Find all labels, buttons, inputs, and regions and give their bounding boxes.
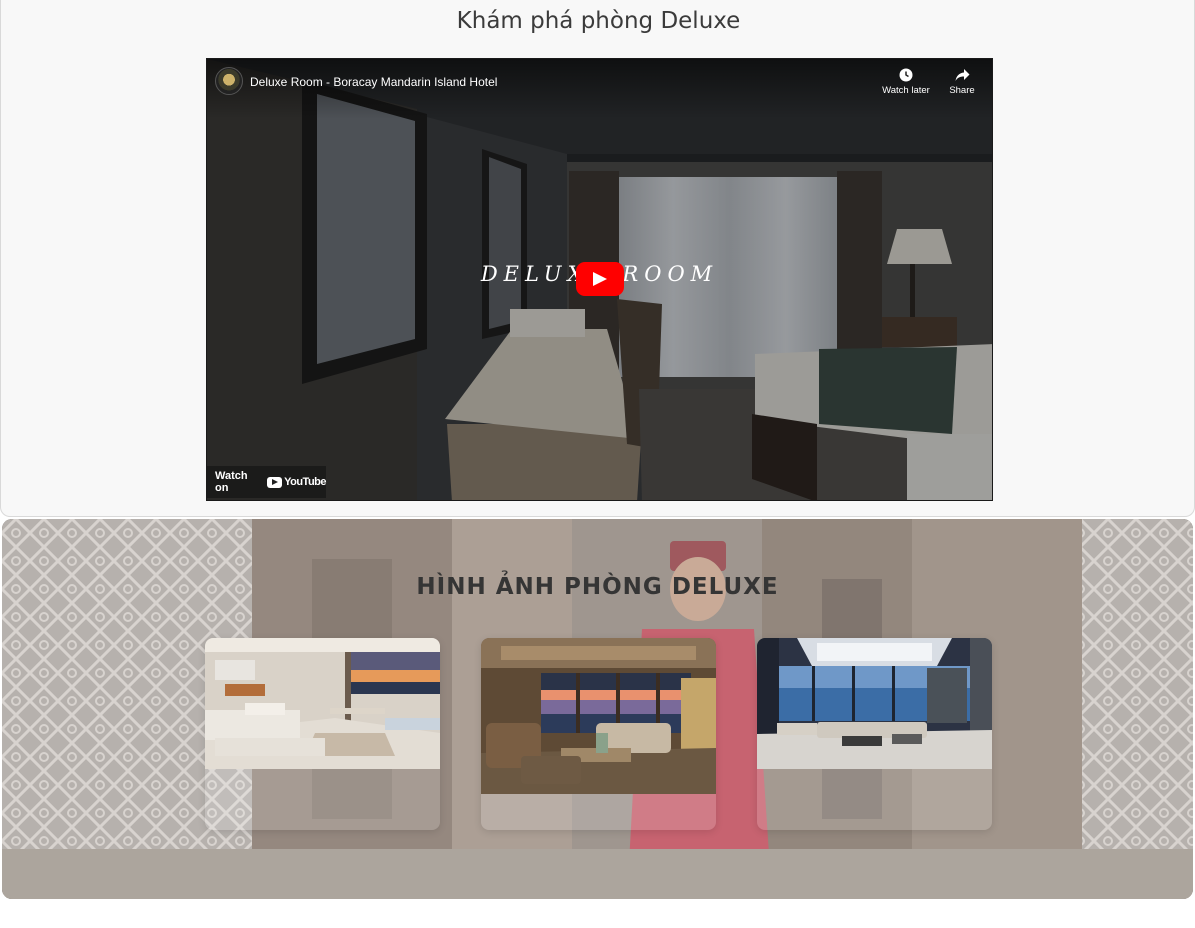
video-top-shade bbox=[207, 59, 992, 119]
room-photo-3 bbox=[757, 638, 992, 769]
deluxe-gallery-section: HÌNH ẢNH PHÒNG DELUXE bbox=[2, 519, 1193, 899]
gallery-title: HÌNH ẢNH PHÒNG DELUXE bbox=[416, 574, 779, 600]
room-photo-2 bbox=[481, 638, 716, 794]
youtube-logo: YouTube bbox=[267, 476, 326, 488]
channel-avatar[interactable] bbox=[215, 67, 243, 95]
page-title: Khám phá phòng Deluxe bbox=[456, 8, 741, 34]
share-label: Share bbox=[949, 85, 975, 96]
room-image-card-1[interactable] bbox=[205, 638, 440, 830]
play-icon bbox=[593, 272, 607, 286]
watch-later-label: Watch later bbox=[882, 85, 930, 96]
play-button[interactable] bbox=[576, 262, 624, 296]
room-image-card-3[interactable] bbox=[757, 638, 992, 830]
youtube-icon bbox=[267, 476, 283, 488]
watch-later-button[interactable]: Watch later bbox=[878, 68, 934, 96]
watch-on-youtube-button[interactable]: Watch on YouTube bbox=[207, 466, 326, 498]
clock-icon bbox=[878, 68, 934, 85]
watch-on-label: Watch on bbox=[215, 470, 248, 494]
room-photo-1 bbox=[205, 638, 440, 769]
share-button[interactable]: Share bbox=[934, 68, 990, 96]
video-section: Khám phá phòng Deluxe Deluxe Room - Bora… bbox=[0, 0, 1195, 517]
room-image-card-2[interactable] bbox=[481, 638, 716, 830]
youtube-label: YouTube bbox=[284, 476, 326, 488]
youtube-video-embed[interactable]: Deluxe Room - Boracay Mandarin Island Ho… bbox=[206, 58, 993, 501]
video-title[interactable]: Deluxe Room - Boracay Mandarin Island Ho… bbox=[250, 75, 497, 89]
share-arrow-icon bbox=[934, 68, 990, 85]
